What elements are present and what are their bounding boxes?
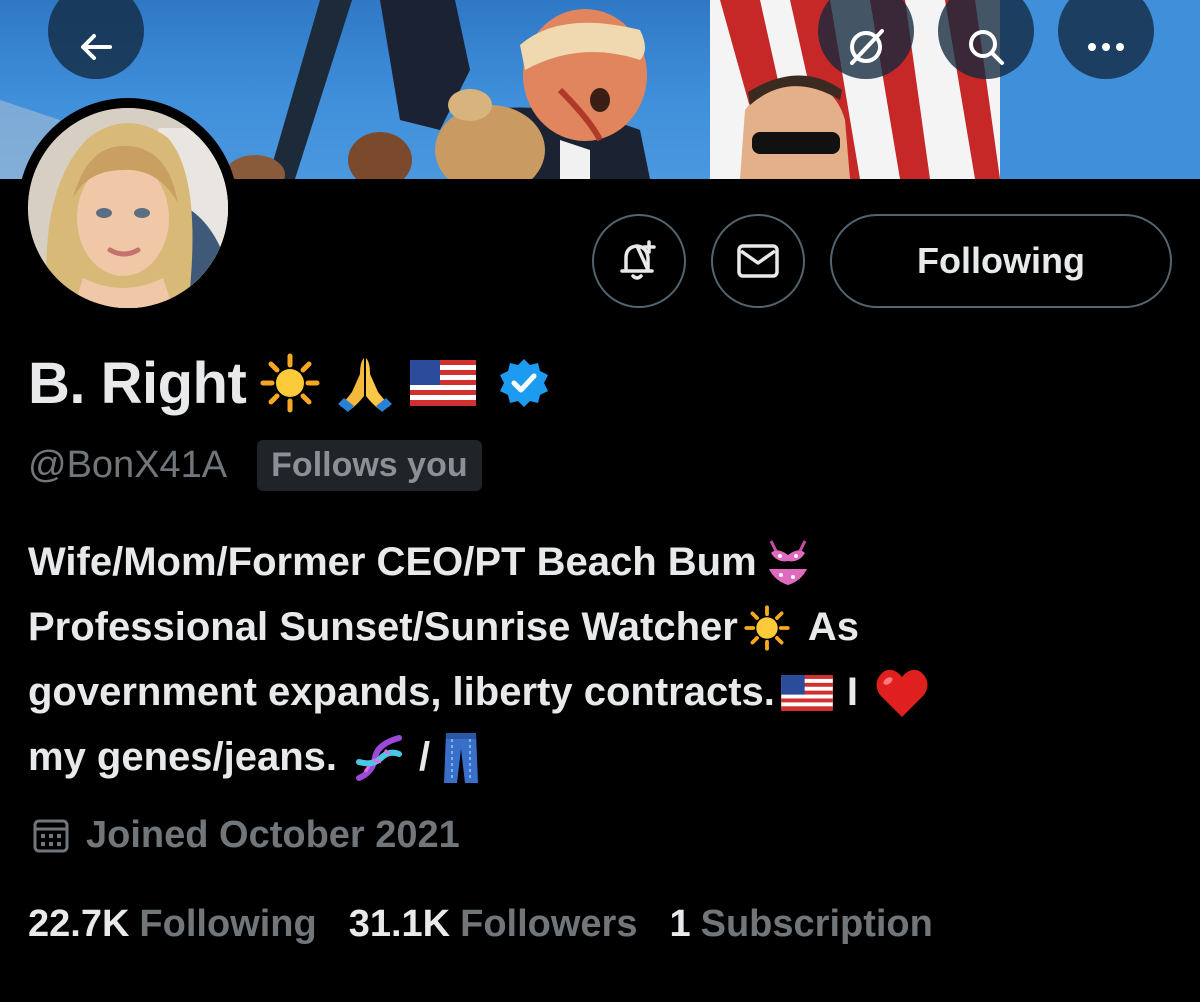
avatar-ring[interactable] [18,98,238,318]
sun-emoji [260,353,320,413]
bio-text-3-tail: I [846,670,858,714]
more-icon [1088,43,1124,51]
message-button[interactable] [711,214,805,308]
bio-text-4: my genes/jeans. [28,735,338,779]
followers-stat[interactable]: 31.1K Followers [349,903,638,946]
notifications-button[interactable] [592,214,686,308]
profile-page: Following B. Right @BonX41A Follows you … [0,0,1200,1002]
avatar-image [28,108,228,308]
joined-row: Joined October 2021 [32,808,460,862]
following-stat[interactable]: 22.7K Following [28,903,317,946]
grok-icon [850,29,884,65]
search-icon [969,30,1004,65]
following-count: 22.7K [28,902,130,945]
following-label: Following [139,902,317,945]
subscriptions-stat[interactable]: 1 Subscription [669,903,932,946]
bio-line-2: Professional Sunset/Sunrise Watcher As [28,595,1168,660]
jeans-emoji [442,731,480,785]
profile-bio: Wife/Mom/Former CEO/PT Beach Bum Profess… [28,530,1168,790]
subscriptions-label: Subscription [700,902,933,945]
following-button[interactable]: Following [830,214,1172,308]
name-row: B. Right [28,346,550,420]
bikini-emoji [763,539,813,587]
handle-row: @BonX41A Follows you [28,437,482,493]
verified-badge-icon[interactable] [498,357,550,409]
joined-date: Joined October 2021 [86,813,460,856]
arrow-left-icon [81,34,112,60]
bio-text-2: Professional Sunset/Sunrise Watcher [28,605,738,649]
stats-row: 22.7K Following 31.1K Followers 1 Subscr… [28,894,965,954]
bio-line-4: my genes/jeans. / [28,725,1168,790]
bio-line-3: government expands, liberty contracts. I [28,660,1168,725]
bell-plus-icon [620,240,656,280]
bio-text-2-tail: As [807,605,859,649]
sun-emoji [744,604,790,651]
envelope-icon [737,244,779,278]
red-heart-emoji [874,667,930,719]
display-name: B. Right [28,350,247,416]
avatar[interactable] [28,108,228,308]
bio-text-1: Wife/Mom/Former CEO/PT Beach Bum [28,540,757,584]
calendar-icon [33,819,69,853]
subscriptions-count: 1 [669,902,691,945]
followers-count: 31.1K [348,902,451,945]
user-handle: @BonX41A [28,443,228,486]
followers-label: Followers [460,902,638,945]
bio-separator: / [419,735,431,779]
us-flag-emoji [410,360,477,406]
praying-hands-emoji [334,352,396,414]
bio-text-3: government expands, liberty contracts. [28,670,775,714]
bio-line-1: Wife/Mom/Former CEO/PT Beach Bum [28,530,1168,595]
dna-emoji [353,732,405,784]
us-flag-emoji [781,674,833,711]
follows-you-badge: Follows you [257,439,482,491]
